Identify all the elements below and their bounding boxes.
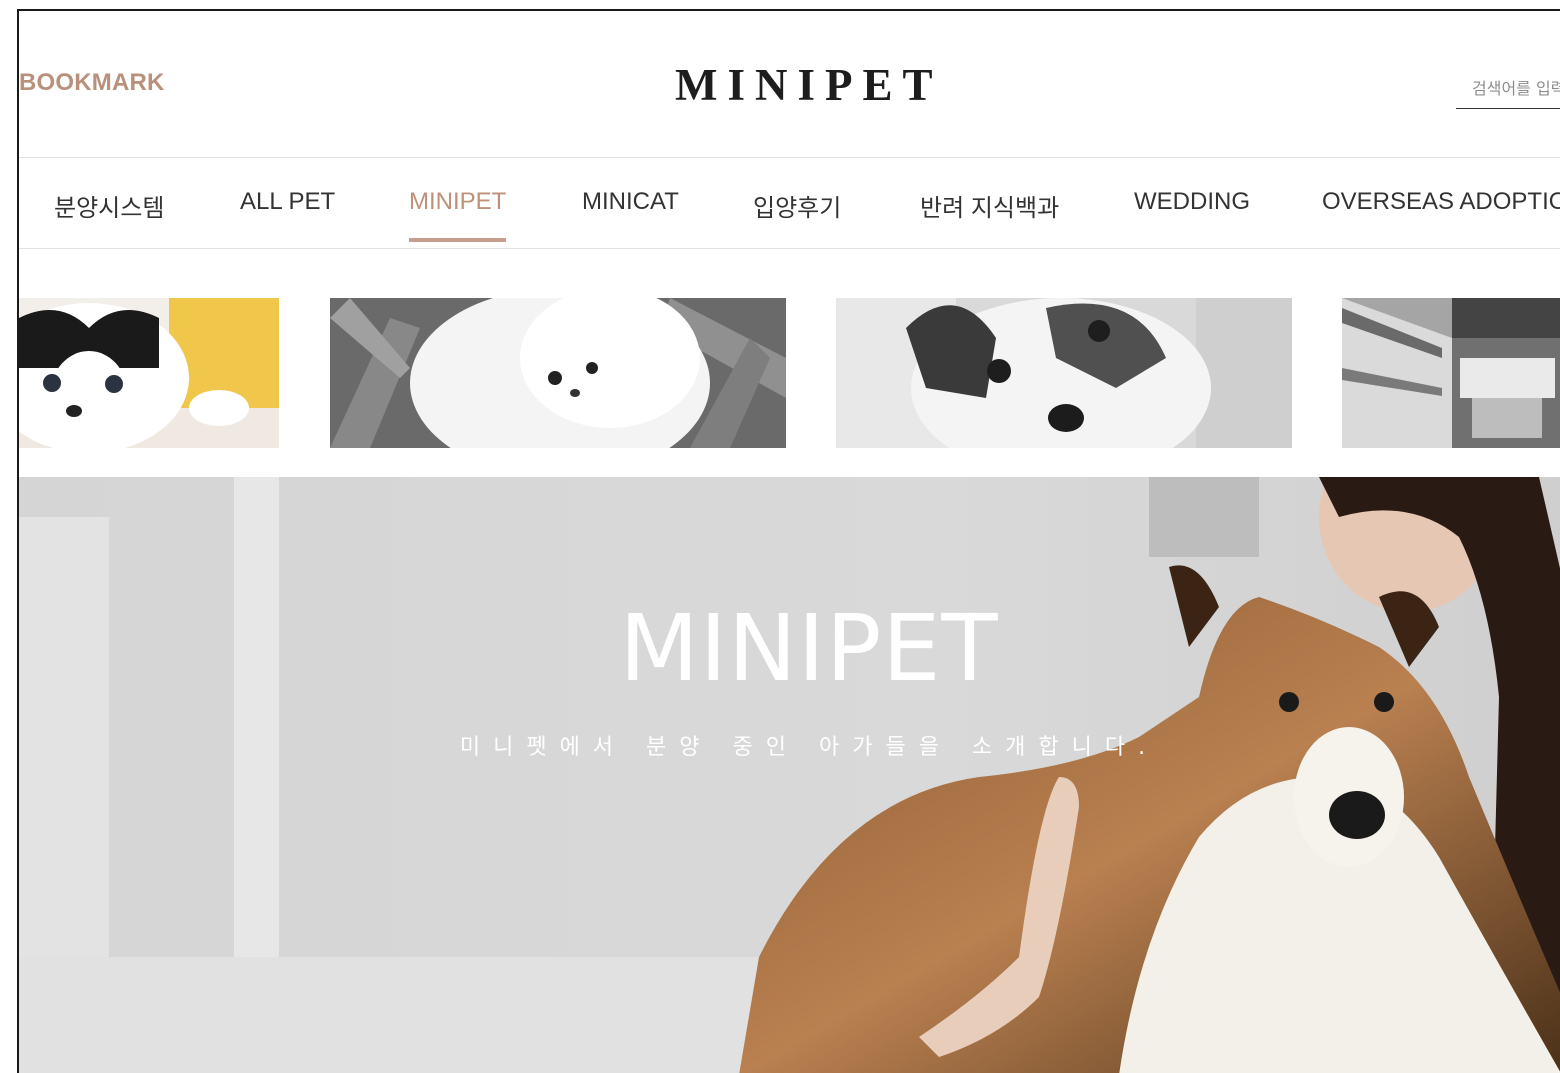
nav-item-overseas-adoption[interactable]: OVERSEAS ADOPTION — [1322, 188, 1560, 216]
site-logo[interactable]: MINIPET — [675, 59, 943, 111]
category-thumbnail[interactable] — [836, 298, 1292, 448]
nav-item-minicat[interactable]: MINICAT — [582, 188, 679, 216]
main-nav: 분양시스템 ALL PET MINIPET MINICAT 입양후기 반려 지식… — [19, 157, 1560, 249]
hero-subtitle: 미니펫에서 분양 중인 아가들을 소개합니다. — [459, 735, 1159, 760]
bookmark-link[interactable]: BOOKMARK — [19, 69, 165, 97]
search-input[interactable] — [1456, 71, 1560, 105]
nav-item-knowledge[interactable]: 반려 지식백과 — [920, 188, 1059, 223]
nav-item-adoption-system[interactable]: 분양시스템 — [54, 188, 164, 223]
category-thumbnail[interactable] — [19, 298, 279, 448]
nav-item-all-pet[interactable]: ALL PET — [240, 188, 335, 216]
search-box — [1456, 71, 1560, 109]
browser-viewport: BOOKMARK MINIPET 분양시스템 ALL PET MINIPET M… — [17, 9, 1560, 1073]
nav-item-wedding[interactable]: WEDDING — [1134, 188, 1250, 216]
hero-title: MINIPET — [619, 595, 999, 702]
category-thumbnail[interactable] — [1342, 298, 1560, 448]
category-thumbnail[interactable] — [330, 298, 786, 448]
nav-item-reviews[interactable]: 입양후기 — [753, 188, 841, 223]
nav-item-minipet[interactable]: MINIPET — [409, 188, 507, 242]
hero-background-image — [19, 477, 1560, 1073]
site-header: BOOKMARK MINIPET — [19, 11, 1560, 159]
hero-banner: MINIPET 미니펫에서 분양 중인 아가들을 소개합니다. — [19, 477, 1560, 1073]
